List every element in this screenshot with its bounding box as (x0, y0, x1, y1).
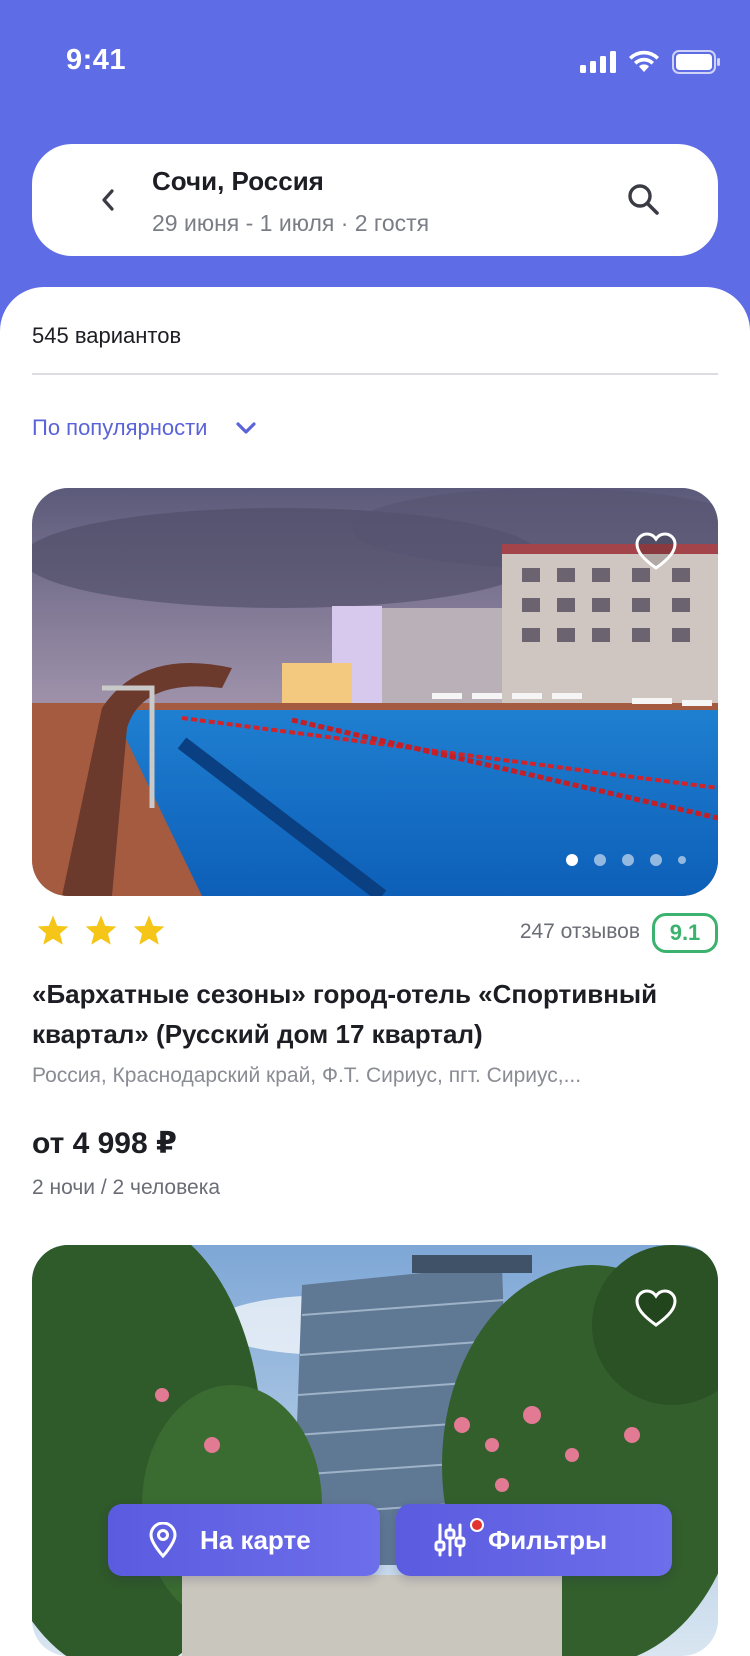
star-icon (133, 915, 165, 945)
status-icons (580, 50, 720, 74)
search-destination: Сочи, Россия (152, 166, 324, 196)
search-summary-card[interactable]: Сочи, Россия 29 июня - 1 июля · 2 гостя (32, 144, 718, 256)
status-time: 9:41 (66, 44, 127, 76)
hotel-photo-tower (32, 1245, 718, 1656)
search-dates-guests: 29 июня - 1 июля · 2 гостя (152, 210, 430, 236)
hotel-photo-pool (32, 488, 718, 896)
wifi-icon (629, 50, 659, 72)
hotel-photo-carousel[interactable] (32, 1245, 718, 1656)
divider (32, 373, 718, 375)
search-icon (628, 184, 659, 215)
sort-dropdown[interactable]: По популярности (32, 415, 257, 441)
hotel-photo-carousel[interactable] (32, 488, 718, 896)
hotel-name[interactable]: «Бархатные сезоны» город-отель «Спортивн… (32, 974, 722, 1054)
pagination-dot[interactable] (650, 854, 662, 866)
pagination-dot[interactable] (678, 856, 686, 864)
star-icon (85, 915, 117, 945)
map-button-label: На карте (200, 1524, 311, 1555)
price-note: 2 ночи / 2 человека (32, 1176, 221, 1199)
search-button[interactable] (620, 176, 666, 222)
photo-pagination-dots (566, 854, 686, 866)
chevron-left-icon (102, 189, 114, 211)
status-bar: 9:41 (0, 0, 750, 120)
sliders-icon (434, 1523, 466, 1557)
hotel-star-rating (36, 914, 166, 946)
hotel-address: Россия, Краснодарский край, Ф.Т. Сириус,… (32, 1064, 582, 1087)
results-count: 545 вариантов (32, 323, 182, 348)
star-icon (37, 915, 69, 945)
pagination-dot[interactable] (594, 854, 606, 866)
rating-badge: 9.1 (652, 913, 718, 953)
favorite-heart-icon[interactable] (634, 1287, 678, 1331)
location-pin-icon (149, 1522, 177, 1558)
favorite-heart-icon[interactable] (634, 530, 678, 574)
filter-button-label: Фильтры (488, 1524, 608, 1555)
hotel-search-screen: 9:41 Сочи, Россия 29 июня - 1 июля · 2 г… (0, 0, 750, 1656)
map-button[interactable]: На карте (108, 1504, 380, 1576)
pagination-dot[interactable] (622, 854, 634, 866)
battery-icon (672, 50, 720, 74)
chevron-down-icon (236, 422, 257, 434)
filter-button[interactable]: Фильтры (396, 1504, 672, 1576)
pagination-dot[interactable] (566, 854, 578, 866)
reviews-count[interactable]: 247 отзывов (520, 920, 640, 944)
filter-active-badge (470, 1518, 484, 1532)
hotel-price: от 4 998 ₽ (32, 1127, 177, 1160)
sort-label: По популярности (32, 415, 208, 440)
back-button[interactable] (82, 174, 134, 226)
cellular-signal-icon (580, 51, 616, 73)
